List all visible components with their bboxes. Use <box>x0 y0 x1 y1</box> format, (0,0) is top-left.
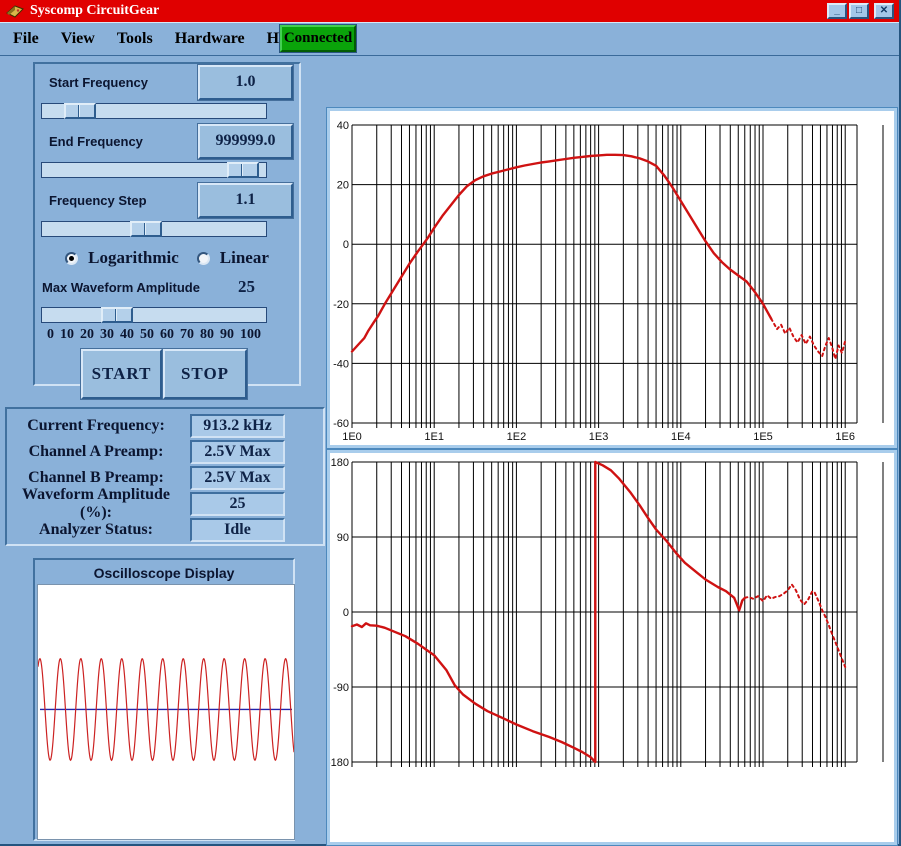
scale-tick: 100 <box>240 327 261 342</box>
end-frequency-slider[interactable] <box>41 162 267 178</box>
linear-radio-label[interactable]: Linear <box>220 248 269 268</box>
frequency-step-value[interactable]: 1.1 <box>197 181 294 219</box>
maximize-icon: □ <box>855 5 863 16</box>
svg-text:1E1: 1E1 <box>424 431 444 443</box>
oscilloscope-panel: Oscilloscope Display <box>33 558 295 841</box>
svg-text:1E4: 1E4 <box>671 431 691 443</box>
start-frequency-slider-handle[interactable] <box>64 103 96 119</box>
sweep-control-panel: Start Frequency 1.0 End Frequency 999999… <box>33 62 301 400</box>
status-row-channel-a-preamp: Channel A Preamp: 2.5V Max <box>7 439 323 464</box>
logarithmic-radio[interactable] <box>65 251 79 265</box>
scale-tick: 50 <box>140 327 154 342</box>
scale-tick: 60 <box>160 327 174 342</box>
menu-tools[interactable]: Tools <box>106 30 164 48</box>
max-waveform-amplitude-label: Max Waveform Amplitude <box>42 279 200 295</box>
scale-tick: 40 <box>120 327 134 342</box>
svg-text:1E0: 1E0 <box>342 431 362 443</box>
bode-phase-chart: 180 90 0 -90 -180 <box>326 449 898 846</box>
stop-button[interactable]: STOP <box>162 348 248 400</box>
scale-tick: 80 <box>200 327 214 342</box>
waveform-amplitude-label: Waveform Amplitude (%): <box>22 485 170 521</box>
amplitude-scale: 0 10 20 30 40 50 60 70 80 90 100 <box>47 327 261 343</box>
menu-view[interactable]: View <box>50 30 106 48</box>
frequency-step-slider-handle[interactable] <box>130 221 162 237</box>
svg-text:1E2: 1E2 <box>507 431 527 443</box>
current-frequency-label: Current Frequency: <box>27 416 165 434</box>
svg-text:-20: -20 <box>333 299 349 311</box>
status-row-waveform-amplitude: Waveform Amplitude (%): 25 <box>7 486 323 521</box>
svg-text:20: 20 <box>337 180 349 192</box>
linear-radio[interactable] <box>196 251 210 265</box>
scale-tick: 70 <box>180 327 194 342</box>
start-frequency-value[interactable]: 1.0 <box>197 63 294 101</box>
start-frequency-slider[interactable] <box>41 103 267 119</box>
start-frequency-label: Start Frequency <box>49 74 148 90</box>
status-row-current-frequency: Current Frequency: 913.2 kHz <box>7 413 323 438</box>
scale-tick: 30 <box>100 327 114 342</box>
svg-text:-180: -180 <box>330 757 349 769</box>
amplitude-slider-handle[interactable] <box>101 307 133 323</box>
end-frequency-label: End Frequency <box>49 133 143 149</box>
svg-text:-90: -90 <box>333 682 349 694</box>
max-waveform-amplitude-value: 25 <box>238 277 255 296</box>
channel-b-preamp-value: 2.5V Max <box>190 465 285 490</box>
menu-file[interactable]: File <box>2 30 50 48</box>
menu-bar: File View Tools Hardware Help Connected <box>0 22 899 56</box>
channel-a-preamp-label: Channel A Preamp: <box>28 442 164 460</box>
svg-text:1E6: 1E6 <box>835 431 855 443</box>
svg-text:-40: -40 <box>333 358 349 370</box>
analyzer-status-value: Idle <box>190 517 285 542</box>
start-button[interactable]: START <box>80 348 163 400</box>
title-bar[interactable]: Syscomp CircuitGear _ □ ✕ <box>0 0 899 22</box>
connected-status-button[interactable]: Connected <box>279 24 357 53</box>
window-title: Syscomp CircuitGear <box>30 3 160 18</box>
frequency-step-label: Frequency Step <box>49 192 147 208</box>
status-row-analyzer-status: Analyzer Status: Idle <box>7 517 323 542</box>
scale-tick: 90 <box>220 327 234 342</box>
channel-b-preamp-label: Channel B Preamp: <box>28 468 164 486</box>
svg-text:1E5: 1E5 <box>753 431 773 443</box>
menu-hardware[interactable]: Hardware <box>164 30 256 48</box>
oscilloscope-title: Oscilloscope Display <box>93 565 235 581</box>
end-frequency-value[interactable]: 999999.0 <box>197 122 294 160</box>
svg-text:180: 180 <box>331 457 349 469</box>
scale-tick: 0 <box>47 327 54 342</box>
svg-text:90: 90 <box>337 532 349 544</box>
end-frequency-slider-handle[interactable] <box>227 162 259 178</box>
svg-text:0: 0 <box>343 607 349 619</box>
status-panel: Current Frequency: 913.2 kHz Channel A P… <box>5 407 325 546</box>
scale-tick: 20 <box>80 327 94 342</box>
scale-tick: 10 <box>60 327 74 342</box>
current-frequency-value: 913.2 kHz <box>190 413 285 438</box>
analyzer-status-label: Analyzer Status: <box>39 520 153 538</box>
svg-text:0: 0 <box>343 239 349 251</box>
close-icon: ✕ <box>879 5 889 16</box>
logarithmic-radio-label[interactable]: Logarithmic <box>88 248 179 268</box>
waveform-amplitude-value: 25 <box>190 491 285 516</box>
svg-text:1E3: 1E3 <box>589 431 609 443</box>
app-icon <box>6 4 24 18</box>
bode-magnitude-chart: 40 20 0 -20 -40 -60 1E0 1E1 1E2 1E3 1E4 1E5 1E6 <box>326 107 898 449</box>
svg-text:-60: -60 <box>333 418 349 430</box>
oscilloscope-canvas <box>37 584 295 840</box>
maximize-button[interactable]: □ <box>849 3 869 19</box>
close-button[interactable]: ✕ <box>874 3 894 19</box>
channel-a-preamp-value: 2.5V Max <box>190 439 285 464</box>
minimize-button[interactable]: _ <box>827 3 847 19</box>
frequency-step-slider[interactable] <box>41 221 267 237</box>
amplitude-slider[interactable] <box>41 307 267 323</box>
minimize-icon: _ <box>834 5 840 16</box>
app-window: { "window": { "title": "Syscomp CircuitG… <box>0 0 901 846</box>
svg-text:40: 40 <box>337 120 349 132</box>
